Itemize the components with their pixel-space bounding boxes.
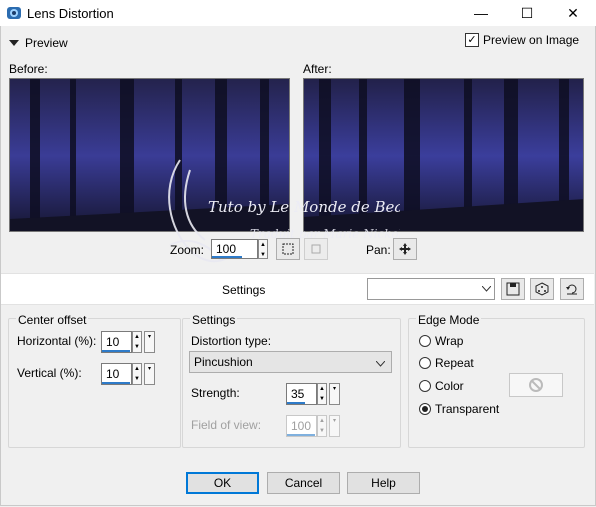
zoom-actual-button[interactable] (304, 238, 328, 260)
help-button[interactable]: Help (347, 472, 420, 494)
zoom-value: 100 (216, 242, 237, 256)
after-preview[interactable] (303, 78, 584, 232)
distortion-type-select[interactable]: Pincushion (189, 351, 392, 373)
zoom-spinner[interactable]: ▲ ▼ (258, 239, 268, 259)
close-icon: ✕ (567, 4, 579, 21)
collapse-arrow-icon (9, 40, 19, 46)
chevron-down-icon (482, 286, 491, 292)
horizontal-label: Horizontal (%): (17, 334, 97, 348)
distortion-type-arrow[interactable] (375, 356, 386, 370)
preview-toggle[interactable]: Preview (9, 36, 68, 50)
edge-mode-color-label: Color (435, 379, 464, 393)
zoom-label: Zoom: (170, 243, 205, 257)
vertical-spinner[interactable]: ▲ ▼ (132, 363, 142, 385)
strength-value: 35 (291, 387, 305, 401)
edge-mode-wrap-label: Wrap (435, 334, 464, 348)
horizontal-slider-button[interactable]: ▾ (144, 331, 155, 353)
chevron-down-icon (375, 360, 386, 367)
horizontal-slider-indicator (102, 350, 130, 352)
vertical-slider-indicator (102, 382, 130, 384)
edge-mode-color-option[interactable]: Color (419, 379, 464, 393)
cancel-button[interactable]: Cancel (267, 472, 340, 494)
maximize-button[interactable]: ☐ (504, 0, 550, 26)
zoom-fit-button[interactable] (276, 238, 300, 260)
fov-slider-indicator (287, 434, 315, 436)
distortion-type-value: Pincushion (194, 355, 253, 369)
center-offset-title: Center offset (16, 313, 89, 327)
pan-move-icon (399, 243, 411, 255)
radio-transparent[interactable] (419, 403, 431, 415)
radio-wrap[interactable] (419, 335, 431, 347)
reset-button[interactable] (560, 278, 584, 300)
edge-mode-title: Edge Mode (416, 313, 482, 327)
edge-mode-repeat-label: Repeat (435, 356, 474, 370)
edge-mode-transparent-label: Transparent (435, 402, 500, 416)
color-swatch-button[interactable] (509, 373, 563, 397)
radio-repeat[interactable] (419, 357, 431, 369)
zoom-fit-icon (282, 243, 294, 255)
vertical-slider-button[interactable]: ▾ (144, 363, 155, 385)
ok-button[interactable]: OK (186, 472, 259, 494)
dice-icon (535, 282, 549, 296)
before-forest-image (10, 79, 289, 231)
preview-on-image-checkbox[interactable]: ✓ Preview on Image (465, 33, 579, 47)
preview-on-image-label: Preview on Image (483, 33, 580, 47)
before-preview[interactable] (9, 78, 290, 232)
vertical-label: Vertical (%): (17, 366, 82, 380)
horizontal-spinner[interactable]: ▲ ▼ (132, 331, 142, 353)
edge-mode-wrap-option[interactable]: Wrap (419, 334, 463, 348)
cancel-label: Cancel (284, 476, 323, 490)
zoom-slider-indicator (212, 256, 242, 258)
minimize-button[interactable]: — (458, 0, 504, 26)
randomize-button[interactable] (530, 278, 554, 300)
fov-slider-button[interactable]: ▾ (329, 415, 340, 437)
fov-value: 100 (291, 419, 312, 433)
fov-spinner[interactable]: ▲ ▼ (317, 415, 327, 437)
ok-label: OK (213, 476, 232, 490)
app-icon (7, 7, 21, 19)
strength-slider-indicator (287, 402, 305, 404)
save-preset-button[interactable] (501, 278, 525, 300)
radio-color[interactable] (419, 380, 431, 392)
after-label: After: (303, 62, 332, 76)
horizontal-value: 10 (106, 335, 120, 349)
preset-dropdown-arrow[interactable] (479, 279, 494, 299)
edge-mode-repeat-option[interactable]: Repeat (419, 356, 474, 370)
preview-toggle-label: Preview (25, 36, 68, 50)
preset-settings-label: Settings (222, 283, 266, 297)
edge-mode-transparent-option[interactable]: Transparent (419, 402, 499, 416)
after-forest-image (304, 79, 583, 231)
strength-slider-button[interactable]: ▾ (329, 383, 340, 405)
reset-icon (566, 284, 577, 295)
distortion-type-label: Distortion type: (191, 334, 272, 348)
strength-spinner[interactable]: ▲ ▼ (317, 383, 327, 405)
help-label: Help (371, 476, 396, 490)
checkmark-icon: ✓ (465, 33, 479, 47)
settings-title: Settings (190, 313, 238, 327)
strength-label: Strength: (191, 386, 240, 400)
preset-dropdown[interactable] (367, 278, 495, 300)
maximize-icon: ☐ (520, 4, 534, 21)
minimize-icon: — (474, 5, 488, 21)
save-icon (506, 282, 520, 296)
no-color-icon (529, 378, 543, 392)
pan-label: Pan: (366, 243, 391, 257)
zoom-actual-icon (311, 244, 321, 254)
window-title: Lens Distortion (27, 6, 114, 21)
fov-label: Field of view: (191, 418, 262, 432)
pan-button[interactable] (393, 238, 417, 260)
before-label: Before: (9, 62, 48, 76)
vertical-value: 10 (106, 367, 120, 381)
close-button[interactable]: ✕ (550, 0, 596, 26)
